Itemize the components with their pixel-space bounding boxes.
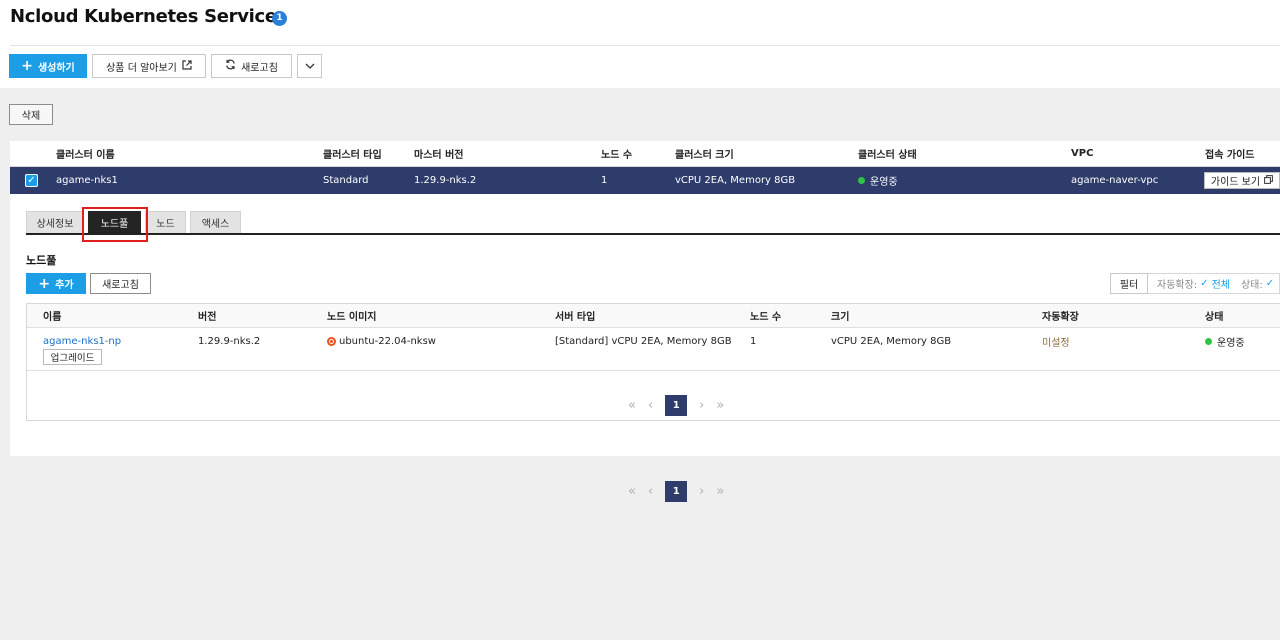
column-header[interactable]: 상태 bbox=[1205, 304, 1223, 327]
add-nodepool-button[interactable]: + 추가 bbox=[26, 273, 86, 294]
nodepool-table-header: 이름 버전 노드 이미지 서버 타입 노드 수 크기 자동확장 상태 bbox=[27, 304, 1280, 328]
cluster-detail-panel: 상세정보 노드풀 노드 액세스 노드풀 + 추가 새로고침 필터 자동확장: ✓… bbox=[10, 194, 1280, 456]
copy-icon bbox=[1264, 174, 1273, 187]
page-title: Ncloud Kubernetes Service bbox=[10, 6, 277, 27]
status-dot-icon bbox=[1205, 337, 1212, 345]
delete-button[interactable]: 삭제 bbox=[9, 104, 53, 125]
nodepool-size: vCPU 2EA, Memory 8GB bbox=[831, 335, 952, 347]
upgrade-button[interactable]: 업그레이드 bbox=[43, 349, 102, 365]
nodepool-node-count: 1 bbox=[750, 335, 757, 347]
tab-underline bbox=[26, 233, 1280, 235]
row-checkbox[interactable]: ✓ bbox=[25, 174, 38, 187]
cluster-type: Standard bbox=[323, 175, 369, 186]
add-button-label: 추가 bbox=[55, 280, 74, 291]
create-button-label: 생성하기 bbox=[37, 62, 75, 74]
next-page-icon[interactable]: › bbox=[699, 484, 704, 499]
nodepool-status-label: 운영중 bbox=[1217, 337, 1245, 349]
cluster-name: agame-nks1 bbox=[56, 175, 118, 186]
column-header[interactable]: 크기 bbox=[831, 304, 849, 327]
column-header[interactable]: 클러스터 상태 bbox=[858, 141, 917, 166]
prev-page-icon[interactable]: ‹ bbox=[648, 398, 653, 413]
prev-page-icon[interactable]: ‹ bbox=[648, 484, 653, 499]
cluster-row-selected[interactable]: ✓ agame-nks1 Standard 1.29.9-nks.2 1 vCP… bbox=[10, 167, 1280, 194]
cluster-status-label: 운영중 bbox=[870, 177, 898, 188]
column-header[interactable]: 자동확장 bbox=[1042, 304, 1079, 327]
plus-icon: + bbox=[38, 275, 51, 292]
column-header[interactable]: 클러스터 타입 bbox=[323, 141, 382, 166]
cluster-vpc: agame-naver-vpc bbox=[1071, 175, 1159, 186]
nodepool-pagination: « ‹ 1 › » bbox=[628, 395, 724, 416]
check-icon: ✓ bbox=[1265, 278, 1275, 289]
refresh-button-label: 새로고침 bbox=[241, 62, 278, 74]
column-header[interactable]: 접속 가이드 bbox=[1205, 141, 1254, 166]
delete-button-label: 삭제 bbox=[21, 111, 41, 122]
nodepool-refresh-label: 새로고침 bbox=[102, 280, 139, 291]
column-header[interactable]: 클러스터 크기 bbox=[675, 141, 734, 166]
column-header[interactable]: 노드 수 bbox=[750, 304, 781, 327]
column-header[interactable]: 클러스터 이름 bbox=[56, 141, 115, 166]
nodepool-section-title: 노드풀 bbox=[26, 254, 57, 267]
column-header[interactable]: 마스터 버전 bbox=[414, 141, 463, 166]
page-number[interactable]: 1 bbox=[665, 395, 688, 416]
guide-view-label: 가이드 보기 bbox=[1210, 177, 1261, 188]
refresh-icon bbox=[225, 59, 236, 73]
more-dropdown-button[interactable] bbox=[297, 54, 322, 78]
node-count: 1 bbox=[601, 175, 608, 186]
external-link-icon bbox=[182, 59, 192, 73]
nodepool-autoscale: 미설정 bbox=[1042, 337, 1070, 349]
nodepool-status: 운영중 bbox=[1205, 328, 1245, 354]
refresh-button[interactable]: 새로고침 bbox=[211, 54, 292, 78]
cluster-table: 클러스터 이름 클러스터 타입 마스터 버전 노드 수 클러스터 크기 클러스터… bbox=[10, 141, 1280, 194]
highlight-annotation bbox=[82, 207, 148, 242]
column-header[interactable]: 노드 수 bbox=[601, 141, 632, 166]
plus-icon: + bbox=[21, 58, 33, 74]
filter-autoscale-value: 전체 bbox=[1211, 280, 1230, 291]
cluster-table-header: 클러스터 이름 클러스터 타입 마스터 버전 노드 수 클러스터 크기 클러스터… bbox=[10, 141, 1280, 167]
page-header: Ncloud Kubernetes Service 1 + 생성하기 상품 더 … bbox=[0, 0, 1280, 88]
chevron-down-icon bbox=[305, 61, 315, 72]
create-button[interactable]: + 생성하기 bbox=[9, 54, 87, 78]
nodepool-image: ubuntu-22.04-nksw bbox=[327, 328, 436, 354]
filter-button-label: 필터 bbox=[1119, 280, 1139, 291]
filter-summary[interactable]: 자동확장: ✓ 전체 상태: ✓ bbox=[1148, 273, 1280, 294]
guide-view-button[interactable]: 가이드 보기 bbox=[1204, 172, 1280, 189]
nodepool-image-label: ubuntu-22.04-nksw bbox=[339, 335, 436, 347]
cluster-size: vCPU 2EA, Memory 8GB bbox=[675, 175, 796, 186]
tab-details[interactable]: 상세정보 bbox=[26, 211, 84, 233]
nodepool-refresh-button[interactable]: 새로고침 bbox=[90, 273, 151, 294]
column-header[interactable]: VPC bbox=[1071, 141, 1093, 166]
tab-access[interactable]: 액세스 bbox=[190, 211, 241, 233]
learn-more-label: 상품 더 알아보기 bbox=[106, 62, 177, 74]
header-divider bbox=[10, 45, 1280, 46]
learn-more-button[interactable]: 상품 더 알아보기 bbox=[92, 54, 206, 78]
table-row[interactable]: agame-nks1-np 업그레이드 1.29.9-nks.2 ubuntu-… bbox=[27, 328, 1280, 371]
last-page-icon[interactable]: » bbox=[716, 484, 724, 499]
nodepool-version: 1.29.9-nks.2 bbox=[198, 335, 261, 347]
column-header[interactable]: 버전 bbox=[198, 304, 216, 327]
filter-button[interactable]: 필터 bbox=[1110, 273, 1148, 294]
master-version: 1.29.9-nks.2 bbox=[414, 175, 477, 186]
last-page-icon[interactable]: » bbox=[716, 398, 724, 413]
ubuntu-icon bbox=[327, 336, 336, 346]
status-dot-icon bbox=[858, 177, 865, 184]
filter-status-label: 상태: bbox=[1240, 280, 1263, 291]
filter-autoscale-label: 자동확장: bbox=[1157, 280, 1198, 291]
column-header[interactable]: 이름 bbox=[43, 304, 61, 327]
tab-node[interactable]: 노드 bbox=[145, 211, 186, 233]
next-page-icon[interactable]: › bbox=[699, 398, 704, 413]
column-header[interactable]: 노드 이미지 bbox=[327, 304, 376, 327]
check-icon: ✓ bbox=[1200, 278, 1209, 289]
cluster-pagination: « ‹ 1 › » bbox=[628, 481, 724, 502]
column-header[interactable]: 서버 타입 bbox=[555, 304, 595, 327]
page-number[interactable]: 1 bbox=[665, 481, 688, 502]
first-page-icon[interactable]: « bbox=[628, 398, 636, 413]
nodepool-server-type: [Standard] vCPU 2EA, Memory 8GB bbox=[555, 335, 732, 347]
first-page-icon[interactable]: « bbox=[628, 484, 636, 499]
info-badge[interactable]: 1 bbox=[272, 11, 287, 26]
cluster-status: 운영중 bbox=[858, 167, 898, 194]
